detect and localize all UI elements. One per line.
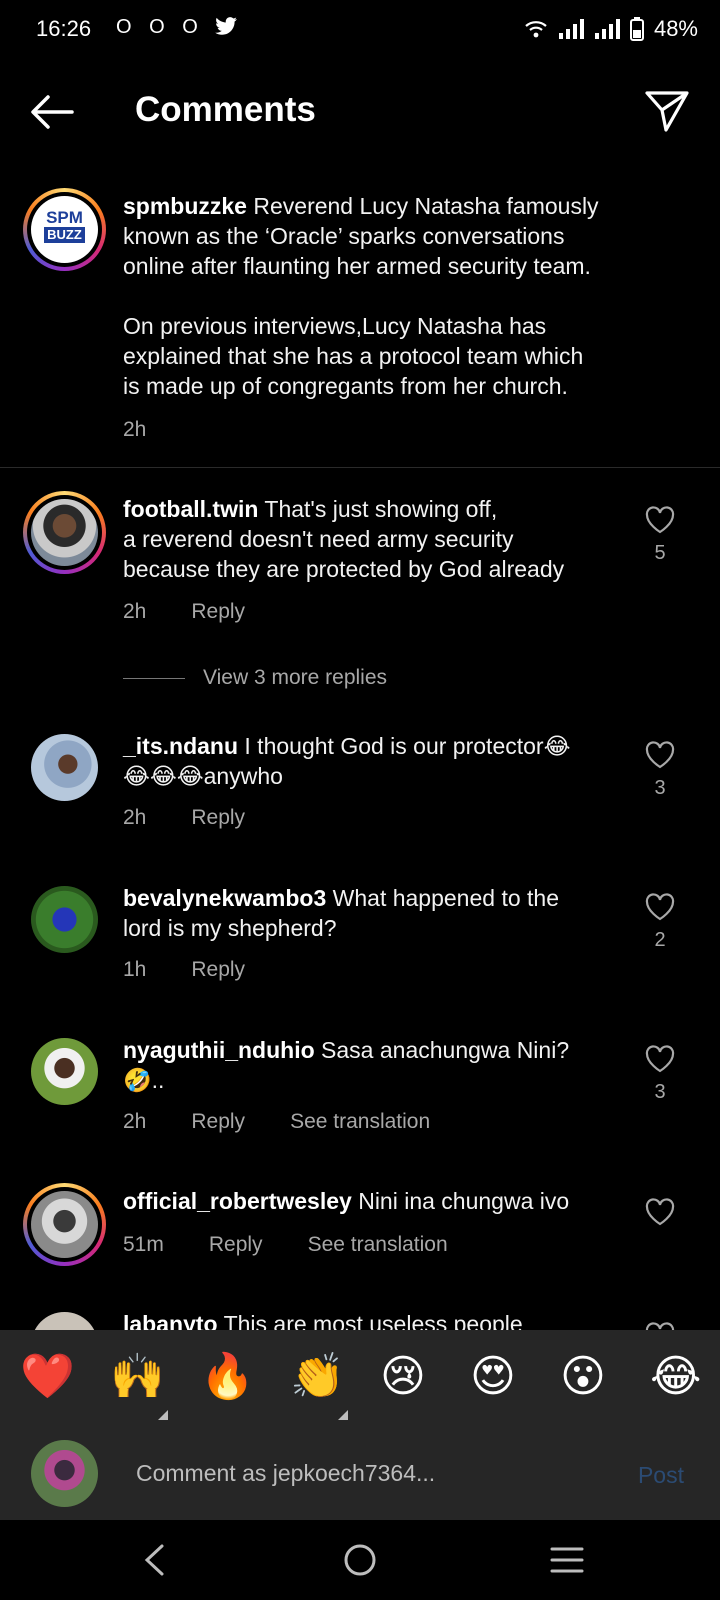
divider — [0, 467, 720, 468]
avatar — [31, 499, 98, 566]
comment-username[interactable]: football.twin — [123, 496, 258, 522]
comment-time: 2h — [123, 806, 147, 829]
caption-username[interactable]: spmbuzzke — [123, 193, 247, 219]
emoji-button[interactable]: 😮 — [560, 1352, 606, 1402]
caption-avatar-ring[interactable]: SPM BUZZ — [23, 188, 106, 271]
reply-button[interactable]: Reply — [191, 806, 245, 830]
emoji-button[interactable]: 🙌 — [110, 1352, 165, 1402]
comment-username[interactable]: bevalynekwambo3 — [123, 885, 326, 911]
avatar — [31, 1440, 98, 1507]
avatar[interactable] — [31, 886, 98, 953]
heart-icon — [645, 893, 675, 921]
signal-icon — [558, 19, 584, 39]
comment-time: 1h — [123, 958, 147, 981]
heart-icon — [645, 1198, 675, 1226]
comment-meta: 2h Reply — [123, 600, 290, 624]
comment-composer: Comment as jepkoech7364... Post — [0, 1428, 720, 1520]
battery-icon — [629, 17, 644, 41]
heart-icon — [645, 506, 675, 534]
comment-avatar-ring[interactable] — [23, 491, 106, 574]
page-title: Comments — [135, 90, 316, 129]
heart-icon — [645, 741, 675, 769]
like-count: 3 — [654, 1081, 666, 1103]
comment-text: official_robertwesley Nini ina chungwa i… — [123, 1188, 570, 1214]
heart-icon — [645, 1045, 675, 1073]
comment-meta: 1h Reply — [123, 958, 290, 982]
avatar[interactable] — [31, 1038, 98, 1105]
status-right: 48% — [524, 16, 698, 42]
skin-tone-indicator-icon — [338, 1410, 348, 1420]
reply-button[interactable]: Reply — [191, 1110, 245, 1134]
emoji-button[interactable]: ❤️ — [20, 1352, 75, 1402]
reply-button[interactable]: Reply — [209, 1233, 263, 1257]
header: Comments — [0, 62, 720, 162]
comment-meta: 51m Reply See translation — [123, 1233, 493, 1257]
reply-button[interactable]: Reply — [191, 600, 245, 624]
comment-text: nyaguthii_nduhio Sasa anachungwa Nini? 🤣… — [123, 1037, 570, 1093]
like-button[interactable]: 3 — [640, 1045, 680, 1104]
see-translation-button[interactable]: See translation — [290, 1110, 430, 1134]
status-bar: 16:26 O O O 48% — [0, 0, 720, 62]
comment-meta: 2h Reply — [123, 806, 290, 830]
emoji-button[interactable]: 🔥 — [200, 1352, 255, 1402]
post-button[interactable]: Post — [638, 1462, 684, 1489]
like-button[interactable]: 2 — [640, 893, 680, 952]
reply-button[interactable]: Reply — [191, 958, 245, 982]
comment-username[interactable]: nyaguthii_nduhio — [123, 1037, 315, 1063]
emoji-button[interactable]: 😍 — [470, 1352, 516, 1402]
wifi-icon — [525, 21, 547, 38]
twitter-icon — [215, 17, 238, 35]
emoji-button[interactable]: 😢 — [380, 1352, 426, 1402]
arrow-left-icon[interactable] — [28, 92, 76, 132]
comment-text: bevalynekwambo3 What happened to the lor… — [123, 885, 559, 941]
emoji-button[interactable]: 👏 — [290, 1352, 345, 1402]
emoji-bar: ❤️ 🙌 🔥 👏 😢 😍 😮 😂 — [0, 1330, 720, 1428]
back-nav-icon[interactable] — [142, 1543, 166, 1577]
comment-time: 51m — [123, 1233, 164, 1256]
menu-nav-icon[interactable] — [550, 1546, 584, 1574]
caption-meta: 2h — [123, 418, 191, 442]
like-button[interactable]: 3 — [640, 741, 680, 800]
like-button[interactable] — [640, 1198, 680, 1234]
comment-username[interactable]: _its.ndanu — [123, 733, 238, 759]
view-more-replies[interactable]: View 3 more replies — [123, 666, 387, 690]
paper-plane-icon[interactable] — [644, 88, 690, 134]
comment-time: 2h — [123, 600, 147, 623]
signal-icon-2 — [594, 19, 620, 39]
like-count: 5 — [654, 542, 666, 564]
comment-time: 2h — [123, 1110, 147, 1133]
avatar[interactable] — [31, 734, 98, 801]
like-button[interactable]: 5 — [640, 506, 680, 565]
comment-text: _its.ndanu I thought God is our protecto… — [123, 733, 571, 789]
comment-text: football.twin That's just showing off, a… — [123, 496, 565, 582]
emoji-button[interactable]: 😂 — [650, 1352, 701, 1402]
like-count: 3 — [654, 777, 666, 799]
status-time: 16:26 — [36, 16, 92, 41]
comment-input[interactable]: Comment as jepkoech7364... — [136, 1460, 435, 1487]
comment-username[interactable]: official_robertwesley — [123, 1188, 352, 1214]
caption-text: spmbuzzke Reverend Lucy Natasha famously… — [123, 193, 599, 399]
notification-icons: O O O — [116, 16, 238, 39]
like-count: 2 — [654, 929, 666, 951]
see-translation-button[interactable]: See translation — [308, 1233, 448, 1257]
divider-line — [123, 677, 185, 679]
avatar: SPM BUZZ — [31, 196, 98, 263]
comment-meta: 2h Reply See translation — [123, 1110, 475, 1134]
system-nav-bar — [0, 1520, 720, 1600]
home-nav-icon[interactable] — [343, 1543, 377, 1577]
skin-tone-indicator-icon — [158, 1410, 168, 1420]
avatar — [31, 1191, 98, 1258]
battery-percent: 48% — [653, 16, 698, 41]
comment-avatar-ring[interactable] — [23, 1183, 106, 1266]
caption-time: 2h — [123, 418, 147, 441]
